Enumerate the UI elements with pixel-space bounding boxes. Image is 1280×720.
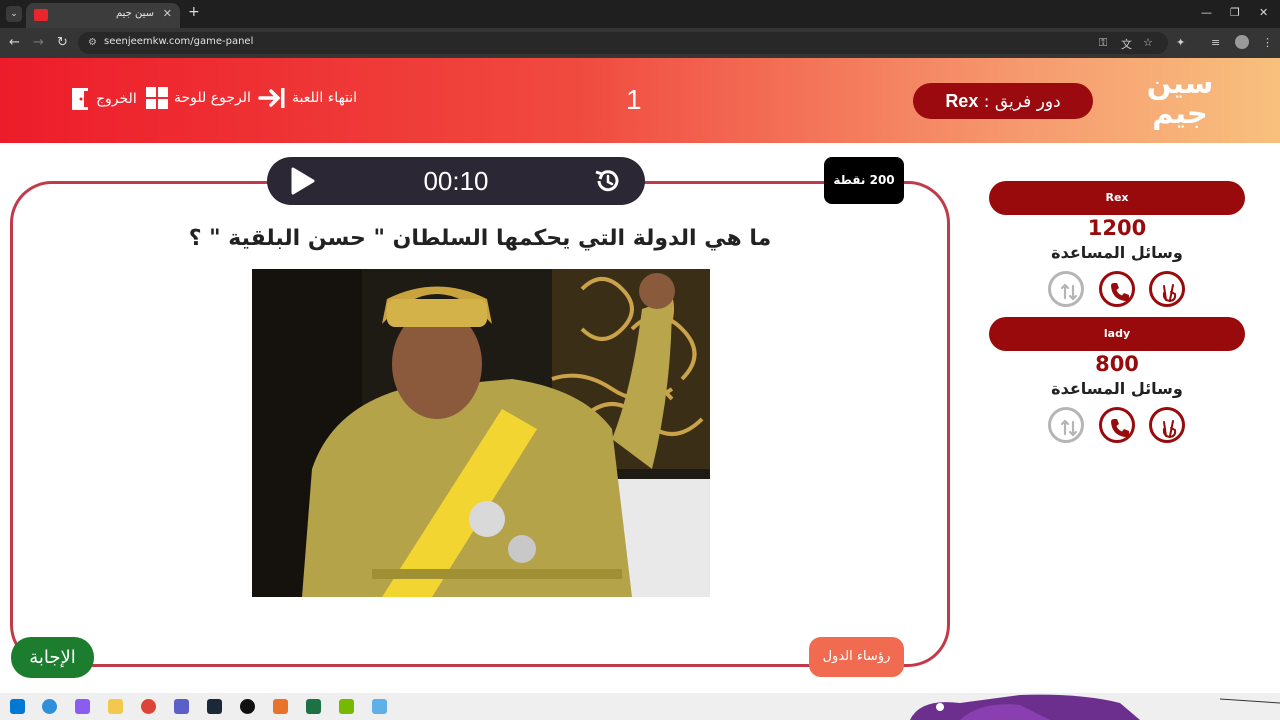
game-header: سين جيم دور فريق : Rex 1 انتهاء اللعبة ا… [0,58,1280,143]
aids-label: وسائل المساعدة [1051,379,1183,398]
key-icon[interactable]: ⚿ [1099,36,1107,50]
url-field[interactable]: ⚙ seenjeemkw.com/game-panel [78,32,1168,54]
back-to-board-label: الرجوع للوحة [174,90,251,106]
back-icon[interactable]: ← [9,35,20,50]
aids-label: وسائل المساعدة [1051,243,1183,262]
grid-icon [146,87,168,109]
steam-icon[interactable] [207,699,222,714]
team-score: 1200 [1087,216,1147,240]
swap-icon [1060,283,1078,301]
browser-tab-bar: ⌄ سين جيم ✕ + — ❐ ✕ [0,0,1280,28]
app-icon[interactable] [372,699,387,714]
window-close-icon[interactable]: ✕ [1259,6,1268,19]
copilot-icon[interactable] [75,699,90,714]
forward-icon[interactable]: → [33,35,44,50]
team-name-badge: Rex [989,181,1245,215]
taskbar-cartoon-wallpaper [910,694,1280,720]
phone-icon [1111,283,1129,301]
edge-browser-icon[interactable] [42,699,57,714]
logo-line-2: جيم [1152,96,1208,130]
two-fingers-icon [1162,420,1177,439]
discord-icon[interactable] [174,699,189,714]
translate-icon[interactable]: 文 [1121,36,1132,52]
end-game-label: انتهاء اللعبة [292,90,358,106]
back-to-board-button[interactable]: الرجوع للوحة [146,87,251,109]
site-info-icon[interactable]: ⚙ [88,37,97,48]
aid-swap-button[interactable] [1048,407,1084,443]
round-number: 1 [626,84,642,115]
aid-phone-button[interactable] [1099,271,1135,307]
app-icon[interactable] [273,699,288,714]
site-logo[interactable]: سين جيم [1140,68,1220,134]
bookmark-star-icon[interactable]: ☆ [1143,36,1153,49]
swap-icon [1060,419,1078,437]
two-fingers-icon [1162,284,1177,303]
team-turn-badge: دور فريق : Rex [913,83,1093,119]
question-image [252,269,710,597]
reload-icon[interactable]: ↻ [57,35,68,50]
question-text: ما هي الدولة التي يحكمها السلطان " حسن ا… [188,226,772,251]
browser-address-bar: ← → ↻ ⚙ seenjeemkw.com/game-panel ⚿ 文 ☆ … [0,28,1280,58]
timer-bar: 00:10 [267,157,645,205]
team-score: 800 [1095,352,1139,376]
points-badge: 200 نقطة [824,157,904,204]
sultan-photo [252,269,710,597]
aid-swap-button[interactable] [1048,271,1084,307]
chrome-icon[interactable] [141,699,156,714]
aid-two-fingers-button[interactable] [1149,407,1185,443]
logo-line-1: سين [1146,66,1214,100]
browser-tab[interactable]: سين جيم ✕ [26,3,180,28]
exit-button[interactable]: الخروج [70,87,137,111]
timer-display: 00:10 [423,166,489,196]
site-favicon-icon [34,9,48,21]
tab-title: سين جيم [115,8,154,19]
new-tab-icon[interactable]: + [188,4,200,20]
reading-list-icon[interactable]: ≡ [1211,36,1220,49]
minimize-icon[interactable]: — [1201,6,1212,19]
answer-button[interactable]: الإجابة [11,637,94,678]
browser-menu-icon[interactable]: ⋮ [1262,36,1273,49]
file-explorer-icon[interactable] [108,699,123,714]
aid-phone-button[interactable] [1099,407,1135,443]
profile-avatar[interactable] [1235,35,1249,49]
windows-taskbar [0,693,1280,720]
app-icon[interactable] [306,699,321,714]
exit-label: الخروج [96,91,137,107]
end-game-button[interactable]: انتهاء اللعبة [258,87,357,109]
extensions-icon[interactable]: ✦ [1176,36,1185,49]
team-name-badge: lady [989,317,1245,351]
start-menu-icon[interactable] [10,699,25,714]
phone-icon [1111,419,1129,437]
reset-timer-icon[interactable] [593,166,623,196]
app-icon[interactable] [240,699,255,714]
end-game-icon [258,88,285,108]
restore-icon[interactable]: ❐ [1230,6,1240,19]
url-text: seenjeemkw.com/game-panel [104,36,254,47]
tab-search-icon[interactable]: ⌄ [6,6,22,22]
exit-door-icon [72,88,88,110]
aid-two-fingers-button[interactable] [1149,271,1185,307]
tab-close-icon[interactable]: ✕ [163,7,172,20]
category-badge: رؤساء الدول [809,637,904,677]
nvidia-icon[interactable] [339,699,354,714]
turn-label: دور فريق : [978,92,1061,112]
turn-team-name: Rex [945,91,979,111]
